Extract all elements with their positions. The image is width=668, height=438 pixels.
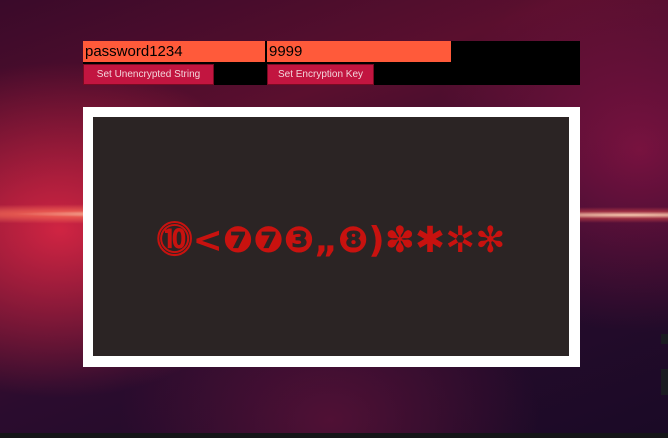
output-frame: ⓾<❼❼❸„❽)✽✱✲✻	[83, 107, 580, 367]
encrypted-output-text: ⓾<❼❼❸„❽)✽✱✲✻	[156, 219, 506, 261]
encrypted-output-area: ⓾<❼❼❸„❽)✽✱✲✻	[93, 117, 569, 356]
encryption-key-input[interactable]	[267, 41, 451, 62]
set-unencrypted-string-button[interactable]: Set Unencrypted String	[83, 64, 214, 85]
set-encryption-key-button[interactable]: Set Encryption Key	[267, 64, 374, 85]
window-edge-strip	[661, 334, 668, 344]
window-edge-strip	[661, 369, 668, 395]
bottom-edge-strip	[0, 433, 668, 438]
control-panel: Set Unencrypted String Set Encryption Ke…	[83, 41, 580, 85]
unencrypted-string-input[interactable]	[83, 41, 265, 62]
